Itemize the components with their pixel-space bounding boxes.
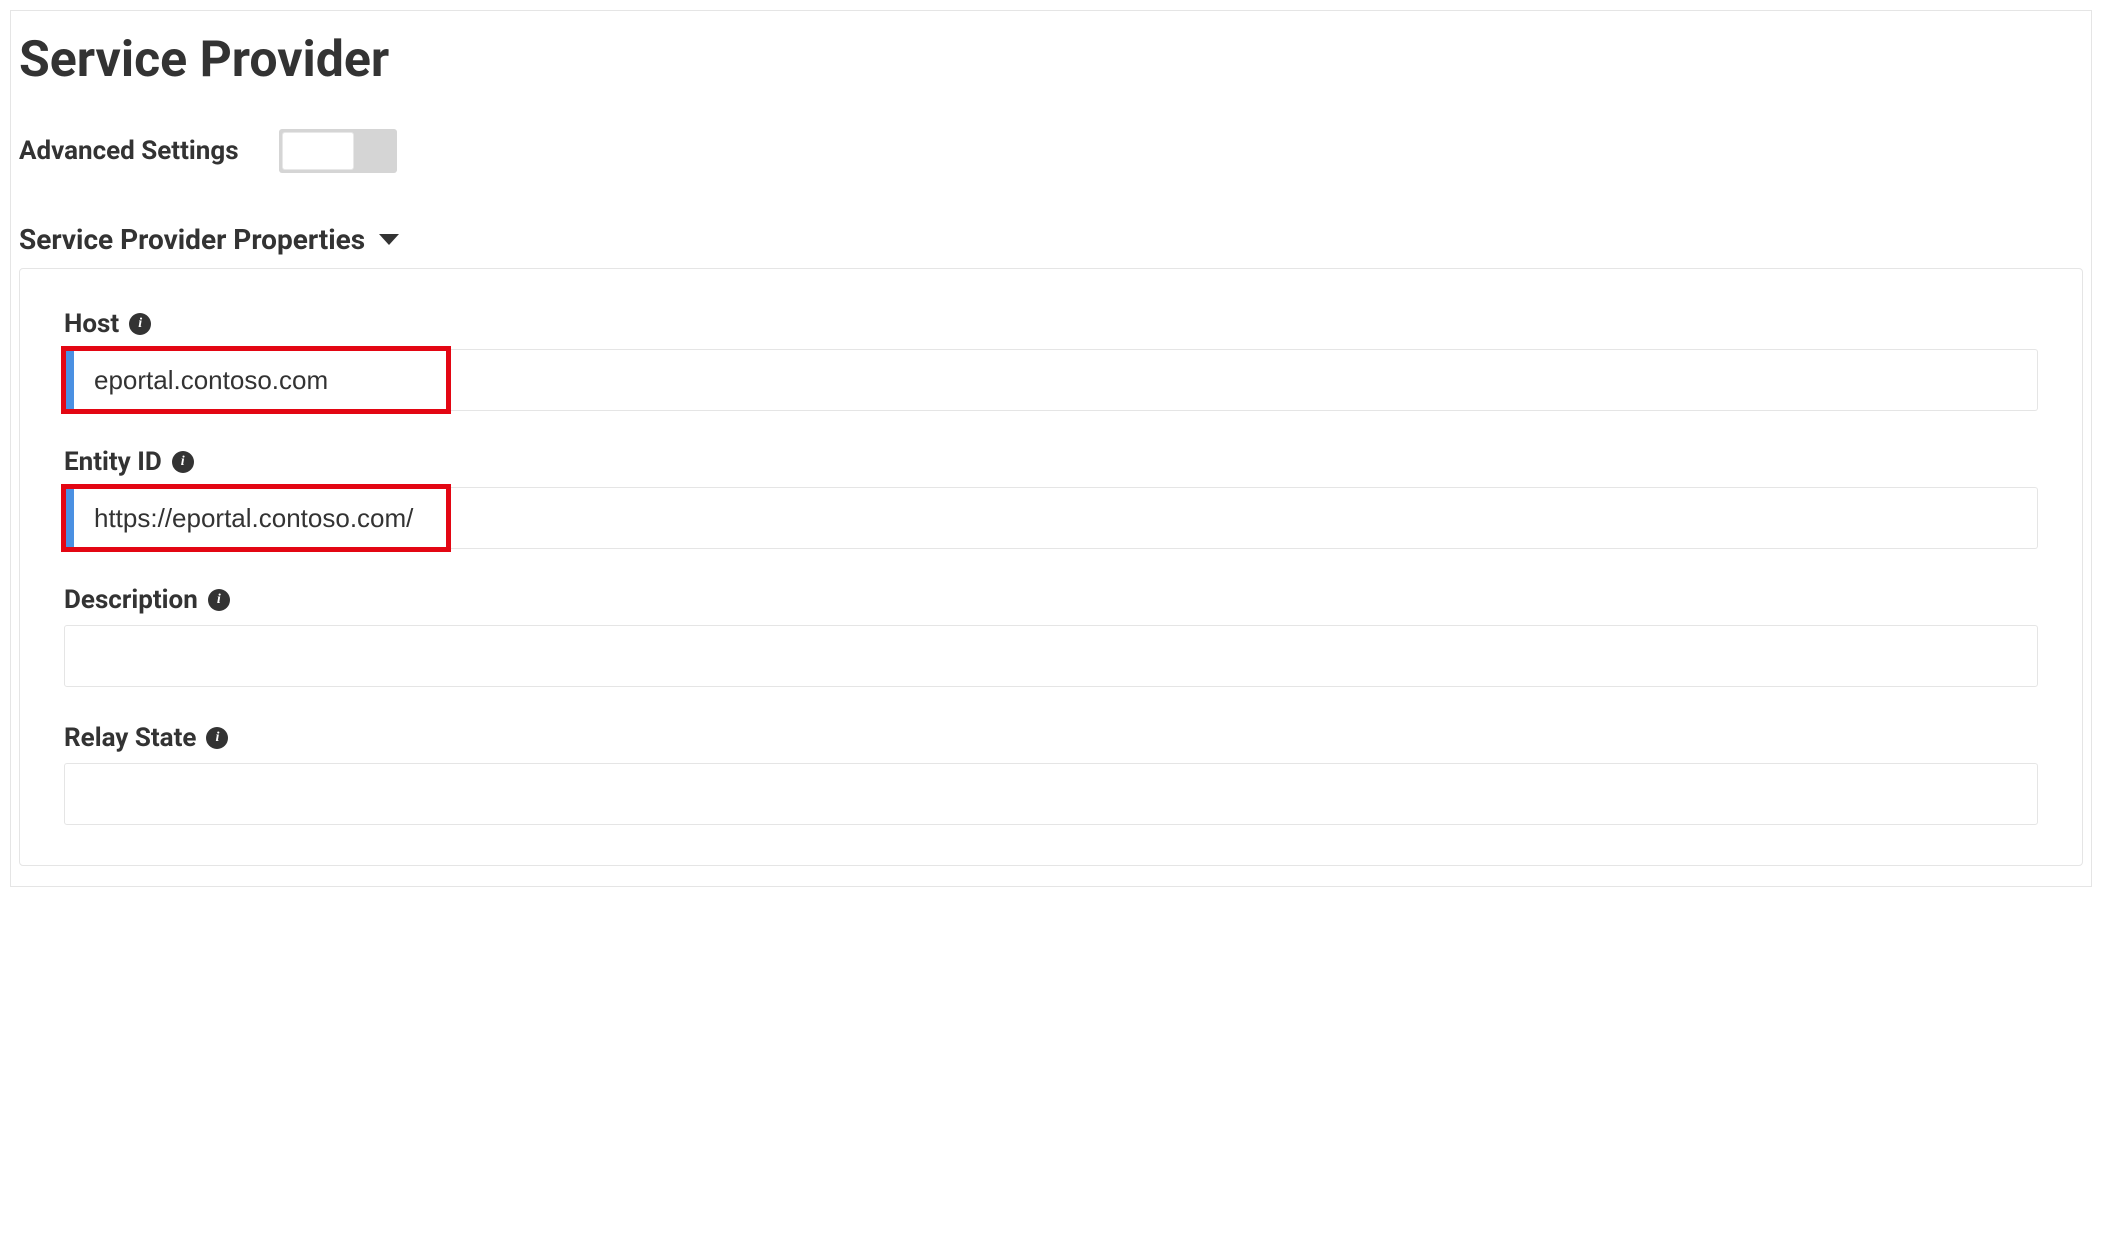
description-input[interactable] <box>64 625 2038 687</box>
page-container: Service Provider Advanced Settings Servi… <box>10 10 2092 887</box>
relay-state-label-row: Relay State i <box>64 723 2038 753</box>
page-title: Service Provider <box>19 31 2091 89</box>
entity-id-input-wrap <box>64 487 2038 549</box>
entity-id-input[interactable] <box>64 487 2038 549</box>
properties-panel: Host i Entity ID i Description i <box>19 268 2083 866</box>
chevron-down-icon <box>379 234 399 245</box>
description-label-row: Description i <box>64 585 2038 615</box>
entity-id-label: Entity ID <box>64 447 162 477</box>
advanced-settings-row: Advanced Settings <box>19 129 2091 173</box>
description-field-group: Description i <box>64 585 2038 687</box>
entity-id-label-row: Entity ID i <box>64 447 2038 477</box>
relay-state-field-group: Relay State i <box>64 723 2038 825</box>
info-icon[interactable]: i <box>172 451 194 473</box>
description-label: Description <box>64 585 198 615</box>
info-icon[interactable]: i <box>129 313 151 335</box>
advanced-settings-toggle[interactable] <box>279 129 397 173</box>
host-label: Host <box>64 309 119 339</box>
host-label-row: Host i <box>64 309 2038 339</box>
toggle-knob <box>282 132 354 170</box>
host-input[interactable] <box>64 349 2038 411</box>
relay-state-input[interactable] <box>64 763 2038 825</box>
advanced-settings-label: Advanced Settings <box>19 136 239 166</box>
info-icon[interactable]: i <box>208 589 230 611</box>
entity-id-field-group: Entity ID i <box>64 447 2038 549</box>
host-field-group: Host i <box>64 309 2038 411</box>
section-title: Service Provider Properties <box>19 223 365 256</box>
relay-state-label: Relay State <box>64 723 196 753</box>
section-header[interactable]: Service Provider Properties <box>19 223 2091 256</box>
info-icon[interactable]: i <box>206 727 228 749</box>
host-input-wrap <box>64 349 2038 411</box>
